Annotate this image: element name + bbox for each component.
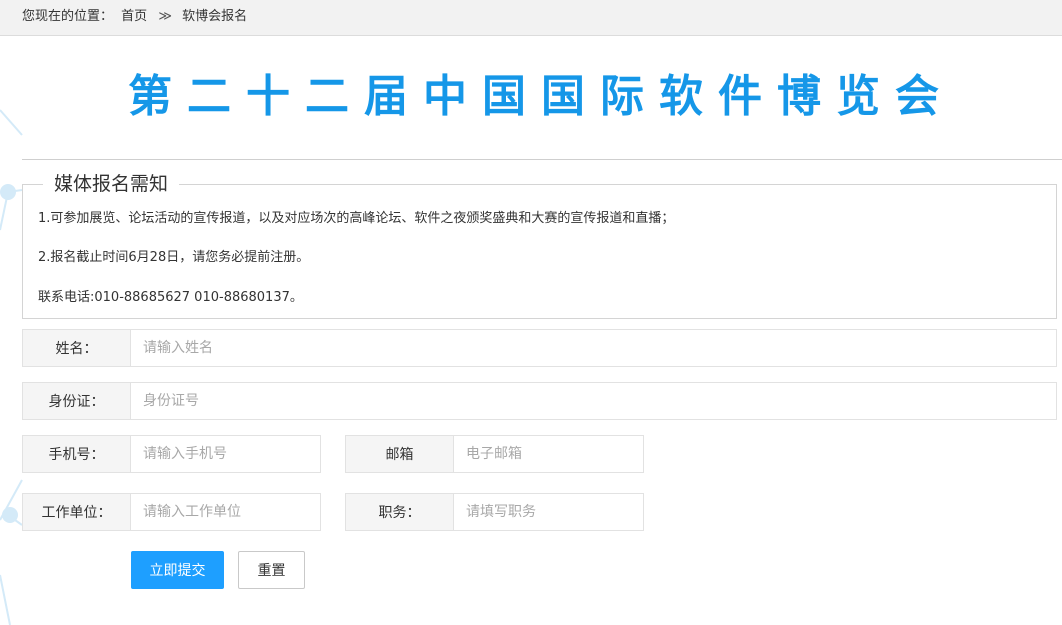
notice-line-3: 联系电话:010-88685627 010-88680137。 — [38, 290, 303, 305]
breadcrumb-current: 软博会报名 — [182, 9, 248, 24]
position-label: 职务： — [346, 494, 454, 530]
phone-input[interactable] — [131, 436, 320, 472]
email-input[interactable] — [454, 436, 643, 472]
breadcrumb-bar: 您现在的位置： 首页 ≫ 软博会报名 — [0, 0, 1062, 36]
phone-field: 手机号： — [22, 435, 321, 473]
id-card-field: 身份证： — [22, 382, 1057, 420]
notice-legend: 媒体报名需知 — [43, 171, 180, 197]
position-input[interactable] — [454, 494, 643, 530]
title-divider — [22, 159, 1062, 160]
company-input[interactable] — [131, 494, 320, 530]
name-input[interactable] — [131, 330, 1056, 366]
notice-line-2: 2.报名截止时间6月28日，请您务必提前注册。 — [38, 250, 310, 265]
notice-fieldset: 媒体报名需知 1.可参加展览、论坛活动的宣传报道，以及对应场次的高峰论坛、软件之… — [22, 171, 1057, 319]
notice-line-1: 1.可参加展览、论坛活动的宣传报道，以及对应场次的高峰论坛、软件之夜颁奖盛典和大… — [38, 211, 675, 226]
company-label: 工作单位： — [23, 494, 131, 530]
submit-button[interactable]: 立即提交 — [131, 551, 224, 589]
email-label: 邮箱 — [346, 436, 454, 472]
name-field: 姓名： — [22, 329, 1057, 367]
reset-button[interactable]: 重置 — [238, 551, 305, 589]
page-title: 第二十二届中国国际软件博览会 — [128, 71, 954, 122]
breadcrumb-home-link[interactable]: 首页 — [121, 0, 147, 34]
id-card-label: 身份证： — [23, 383, 131, 419]
id-card-input[interactable] — [131, 383, 1056, 419]
email-field: 邮箱 — [345, 435, 644, 473]
breadcrumb-separator-icon: ≫ — [158, 9, 172, 24]
phone-label: 手机号： — [23, 436, 131, 472]
name-label: 姓名： — [23, 330, 131, 366]
position-field: 职务： — [345, 493, 644, 531]
company-field: 工作单位： — [22, 493, 321, 531]
breadcrumb-prefix: 您现在的位置： — [22, 9, 114, 24]
